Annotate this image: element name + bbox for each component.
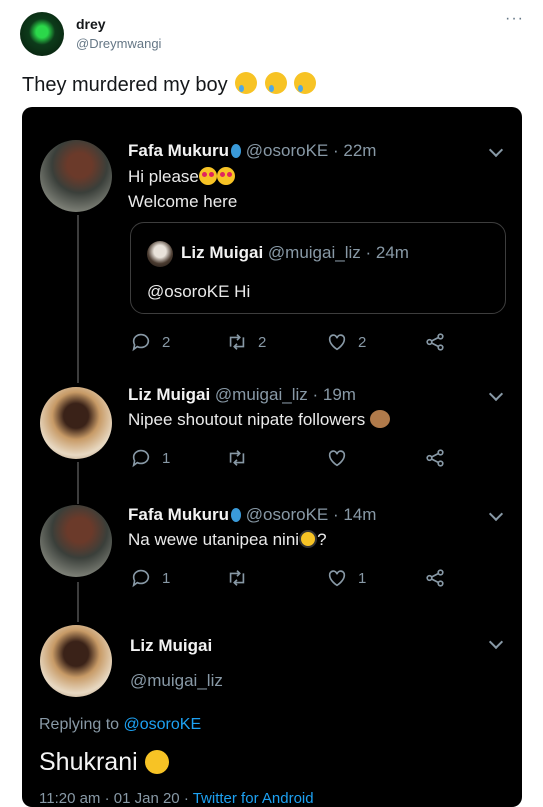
sweat-droplets-icon [231,144,242,158]
like-count: 1 [358,569,367,587]
see-no-evil-monkey-emoji-icon [369,410,390,428]
attached-screenshot[interactable]: Fafa Mukuru @osoroKE · 22m Hi please Wel… [22,107,522,807]
replying-to: Replying to @osoroKE [39,716,201,734]
tweet-text-line: Welcome here [128,192,238,211]
handle-time: @muigai_liz · 24m [267,243,409,262]
more-dots-icon[interactable]: ··· [505,10,524,28]
replying-to-handle: @osoroKE [123,716,202,733]
tweet-header: Fafa Mukuru @osoroKE · 14m [128,505,376,525]
handle-time: @muigai_liz · 19m [214,385,356,404]
chevron-down-icon [488,634,504,650]
share-button[interactable] [424,447,446,469]
share-button[interactable] [424,331,446,353]
retweet-icon [229,334,245,350]
share-icon [426,333,444,351]
nerd-face-emoji-icon [299,530,318,548]
tweet-text: Nipee shoutout nipate followers [128,410,390,430]
tweet-card: drey @Dreymwangi ··· They murdered my bo… [0,0,543,807]
source-link: Twitter for Android [192,790,314,807]
share-icon [426,449,444,467]
reply-icon [132,569,150,588]
like-button[interactable]: 1 [326,567,366,589]
display-name[interactable]: drey [76,16,106,32]
thread-line [77,582,79,622]
avatar [147,241,173,267]
action-bar: 1 1 [130,567,470,593]
sweat-droplets-icon [231,508,242,522]
reply-count: 1 [162,569,171,587]
thread-line [77,215,79,383]
retweet-button[interactable] [226,447,248,469]
heart-icon [328,450,346,467]
crying-face-emoji-icon [294,72,317,94]
tweet-text: Hi please [128,167,235,187]
tweet-text: They murdered my boy [22,72,317,97]
thread-line [77,462,79,504]
crying-face-emoji-icon [235,72,258,94]
avatar[interactable] [20,12,64,56]
timestamp: 11:20 am · 01 Jan 20 · [39,790,193,807]
action-bar: 1 [130,447,470,473]
tweet-text-suffix: ? [317,530,327,549]
heart-icon [328,570,346,587]
tweet-text: Na wewe utanipea nini? [128,530,327,550]
tweet-text-line: Hi please [128,167,199,186]
reply-icon [132,333,150,352]
tweet-text-content: Nipee shoutout nipate followers [128,410,366,429]
retweet-button[interactable] [226,567,248,589]
reply-button[interactable]: 1 [130,567,170,589]
share-button[interactable] [424,567,446,589]
chevron-down-icon [488,142,504,158]
reply-icon [132,449,150,468]
display-name: Liz Muigai [181,243,264,262]
tweet-header: Liz Muigai @muigai_liz · 24m [181,243,409,263]
replying-to-label: Replying to [39,716,124,733]
reply-count: 1 [162,449,171,467]
chevron-down-icon [488,386,504,402]
like-count: 2 [358,333,367,351]
like-button[interactable] [326,447,348,469]
retweet-button[interactable]: 2 [226,331,266,353]
heart-icon [328,334,346,351]
tweet-text-content: They murdered my boy [22,74,228,96]
handle-time: @osoroKE · 14m [245,505,377,524]
tweet-meta: 11:20 am · 01 Jan 20 · Twitter for Andro… [39,790,314,807]
chevron-down-icon [488,506,504,522]
quoted-text: @osoroKE Hi [147,282,251,301]
tweet-text-content: Shukrani [39,748,138,776]
heart-eyes-emoji-icon [198,167,217,185]
avatar [40,625,112,697]
avatar [40,387,112,459]
username: @muigai_liz [130,671,223,690]
username[interactable]: @Dreymwangi [76,36,161,51]
retweet-icon [229,570,245,586]
handle-time: @osoroKE · 22m [245,141,377,160]
quoted-tweet: Liz Muigai @muigai_liz · 24m @osoroKE Hi [130,222,506,314]
tweet-text-content: Na wewe utanipea nini [128,530,300,549]
tweet-header: Liz Muigai @muigai_liz · 19m [128,385,356,405]
avatar [40,505,112,577]
action-bar: 2 2 2 [130,331,470,357]
reply-button[interactable]: 2 [130,331,170,353]
display-name: Liz Muigai [130,636,213,655]
tweet-text: Shukrani [39,748,169,777]
display-name: Fafa Mukuru [128,505,230,524]
avatar [40,140,112,212]
tweet-header: Fafa Mukuru @osoroKE · 22m [128,141,376,161]
retweet-icon [229,450,245,466]
heart-eyes-emoji-icon [216,167,235,185]
like-button[interactable]: 2 [326,331,366,353]
smiling-face-emoji-icon [144,750,169,774]
reply-count: 2 [162,333,171,351]
share-icon [426,569,444,587]
crying-face-emoji-icon [264,72,287,94]
retweet-count: 2 [258,333,267,351]
display-name: Liz Muigai [128,385,211,404]
reply-button[interactable]: 1 [130,447,170,469]
display-name: Fafa Mukuru [128,141,230,160]
